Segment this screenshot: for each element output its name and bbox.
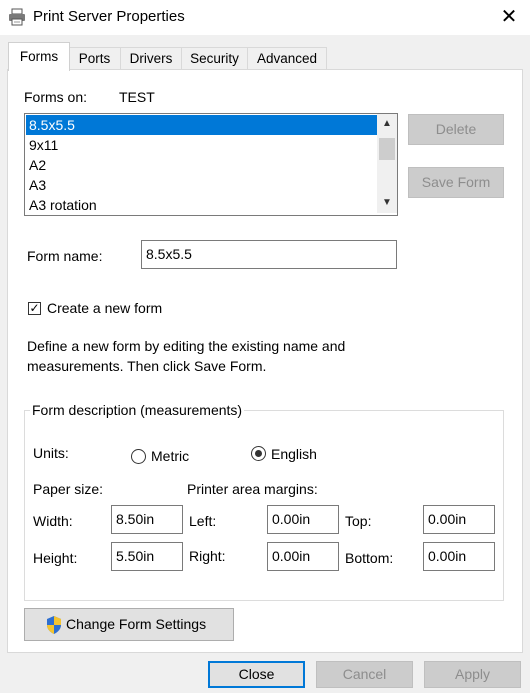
server-name: TEST <box>119 89 155 105</box>
metric-label[interactable]: Metric <box>151 448 189 464</box>
description-text-line1: Define a new form by editing the existin… <box>27 338 346 354</box>
list-item[interactable]: A3 rotation <box>26 195 377 215</box>
delete-button[interactable]: Delete <box>408 114 504 145</box>
tab-forms[interactable]: Forms <box>8 42 70 71</box>
right-margin-label: Right: <box>189 548 226 564</box>
right-margin-input[interactable]: 0.00in <box>267 542 339 571</box>
tab-security[interactable]: Security <box>181 47 248 70</box>
scroll-up-icon[interactable]: ▲ <box>377 115 397 133</box>
tab-ports[interactable]: Ports <box>68 47 121 70</box>
close-window-button[interactable]: ✕ <box>495 4 523 30</box>
paper-size-label: Paper size: <box>33 481 104 497</box>
printer-icon <box>7 7 27 27</box>
list-item[interactable]: A2 <box>26 155 377 175</box>
close-button[interactable]: Close <box>208 661 305 688</box>
list-item[interactable]: A3 <box>26 175 377 195</box>
left-margin-label: Left: <box>189 513 217 529</box>
metric-radio[interactable] <box>131 449 146 464</box>
change-form-settings-label: Change Form Settings <box>66 616 207 632</box>
form-name-label: Form name: <box>27 248 103 264</box>
create-new-form-label[interactable]: Create a new form <box>47 300 162 316</box>
radio-selected-dot <box>255 450 262 457</box>
height-input[interactable]: 5.50in <box>111 542 183 571</box>
tab-advanced[interactable]: Advanced <box>247 47 327 70</box>
cancel-button[interactable]: Cancel <box>316 661 413 688</box>
form-name-input[interactable]: 8.5x5.5 <box>141 240 397 269</box>
uac-shield-icon <box>45 615 63 635</box>
width-label: Width: <box>33 513 73 529</box>
english-radio[interactable] <box>251 446 266 461</box>
left-margin-input[interactable]: 0.00in <box>267 505 339 534</box>
window-title: Print Server Properties <box>33 8 185 25</box>
tab-drivers[interactable]: Drivers <box>120 47 182 70</box>
forms-list[interactable]: 8.5x5.5 9x11 A2 A3 A3 rotation ▲ ▼ <box>24 113 398 216</box>
description-text-line2: measurements. Then click Save Form. <box>27 358 267 374</box>
top-margin-input[interactable]: 0.00in <box>423 505 495 534</box>
top-margin-label: Top: <box>345 513 372 529</box>
width-input[interactable]: 8.50in <box>111 505 183 534</box>
english-label[interactable]: English <box>271 446 317 462</box>
change-form-settings-button[interactable]: Change Form Settings <box>24 608 234 641</box>
height-label: Height: <box>33 550 78 566</box>
scroll-down-icon[interactable]: ▼ <box>377 194 397 212</box>
create-new-form-checkbox[interactable]: ✓ <box>28 302 41 315</box>
forms-on-label: Forms on: <box>24 89 88 105</box>
printer-margins-label: Printer area margins: <box>187 481 318 497</box>
list-item[interactable]: 9x11 <box>26 135 377 155</box>
bottom-margin-label: Bottom: <box>345 550 394 566</box>
forms-list-scrollbar[interactable]: ▲ ▼ <box>377 114 397 213</box>
save-form-button[interactable]: Save Form <box>408 167 504 198</box>
units-label: Units: <box>33 445 69 461</box>
bottom-margin-input[interactable]: 0.00in <box>423 542 495 571</box>
apply-button[interactable]: Apply <box>424 661 521 688</box>
scroll-thumb[interactable] <box>379 138 395 160</box>
list-item[interactable]: 8.5x5.5 <box>26 115 377 135</box>
form-description-title: Form description (measurements) <box>30 402 245 418</box>
